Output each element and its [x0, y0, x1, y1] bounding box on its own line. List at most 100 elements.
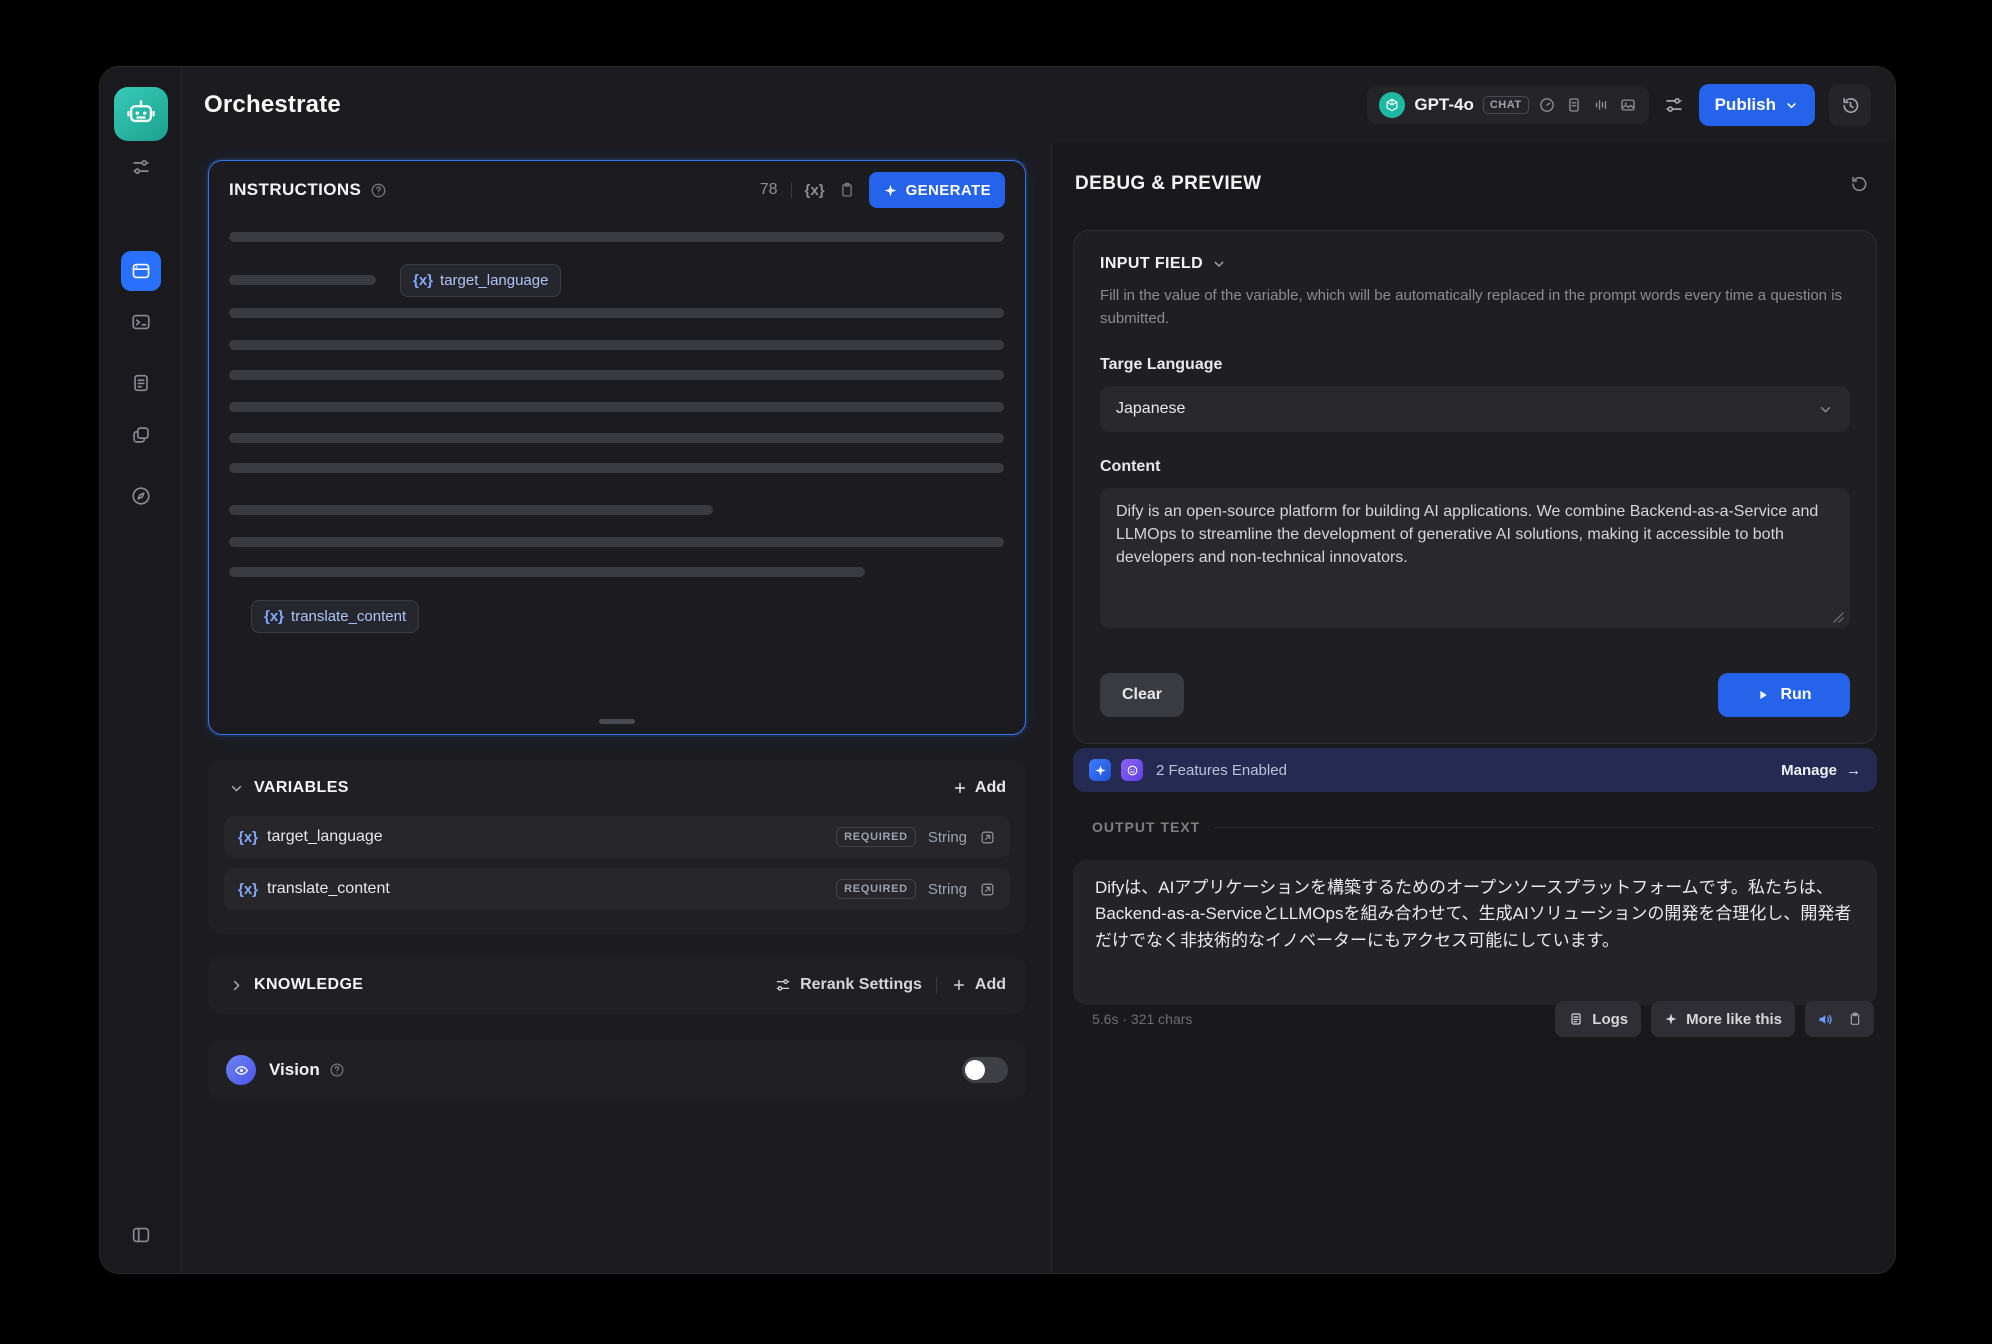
vision-eye-icon [226, 1055, 256, 1085]
more-like-this-button[interactable]: More like this [1651, 1001, 1795, 1037]
output-title: OUTPUT TEXT [1092, 819, 1200, 835]
app-window-icon [130, 260, 152, 282]
sidebar-item-overview[interactable] [121, 476, 161, 516]
debug-preview-pane: DEBUG & PREVIEW INPUT FIELD Fill in the … [1051, 143, 1895, 1273]
manage-features-button[interactable]: Manage → [1781, 762, 1861, 779]
skeleton-line [229, 370, 1004, 380]
sidebar-item-terminal[interactable] [121, 302, 161, 342]
variable-row-target-language[interactable]: {x} target_language REQUIRED String [224, 816, 1010, 858]
variable-chip-target-language[interactable]: {x} target_language [400, 264, 561, 297]
image-icon [1619, 96, 1637, 114]
variable-symbol: {x} [264, 608, 284, 625]
app-window: Orchestrate GPT-4o CHAT [99, 66, 1896, 1274]
variable-symbol: {x} [238, 829, 258, 846]
output-bubble: Difyは、AIアプリケーションを構築するためのオープンソースプラットフォームで… [1073, 860, 1877, 1005]
document-list-icon [130, 372, 152, 394]
variable-chip-translate-content[interactable]: {x} translate_content [251, 600, 419, 633]
knowledge-panel[interactable]: KNOWLEDGE Rerank Settings Add [208, 956, 1026, 1014]
logs-label: Logs [1592, 1011, 1628, 1028]
open-detail-icon[interactable] [979, 881, 996, 898]
levels-icon [1592, 96, 1610, 114]
sidebar-item-annotations[interactable] [121, 415, 161, 455]
output-actions: 5.6s · 321 chars Logs More like this [1092, 1001, 1874, 1037]
rerank-settings-button[interactable]: Rerank Settings [774, 976, 922, 994]
run-button[interactable]: Run [1718, 673, 1850, 717]
variable-name: translate_content [267, 880, 390, 898]
sidebar-item-orchestrate[interactable] [121, 251, 161, 291]
required-badge: REQUIRED [836, 879, 916, 899]
open-detail-icon[interactable] [979, 829, 996, 846]
robot-icon [125, 98, 157, 130]
publish-button[interactable]: Publish [1699, 84, 1815, 126]
temperature-icon [1538, 96, 1556, 114]
copy-output-icon[interactable] [1847, 1011, 1863, 1027]
plus-icon [952, 780, 968, 796]
knowledge-toolbar: Rerank Settings Add [774, 976, 1006, 994]
features-bar: 2 Features Enabled Manage → [1073, 748, 1877, 792]
resize-corner-icon[interactable] [1833, 612, 1844, 623]
model-parameters-button[interactable] [1663, 94, 1685, 116]
content-textarea[interactable]: Dify is an open-source platform for buil… [1100, 488, 1850, 628]
variables-header[interactable]: VARIABLES Add [208, 760, 1026, 816]
screenshot-root: Orchestrate GPT-4o CHAT [0, 0, 1992, 1344]
instructions-panel: INSTRUCTIONS 78 {x} GENERATE [208, 160, 1026, 735]
model-mode-badge: CHAT [1483, 96, 1529, 114]
variable-row-meta: REQUIRED String [836, 879, 996, 899]
logs-button[interactable]: Logs [1555, 1001, 1641, 1037]
variable-name: target_language [267, 828, 383, 846]
vision-label: Vision [269, 1060, 320, 1080]
chevron-right-icon [228, 977, 245, 994]
add-knowledge-button[interactable]: Add [951, 976, 1006, 994]
variable-name: translate_content [291, 608, 406, 625]
content-value: Dify is an open-source platform for buil… [1116, 503, 1818, 566]
model-selector[interactable]: GPT-4o CHAT [1367, 86, 1648, 124]
collapse-panel-icon [130, 1224, 152, 1246]
skeleton-line [229, 567, 865, 577]
output-text: Difyは、AIアプリケーションを構築するためのオープンソースプラットフォームで… [1095, 878, 1851, 950]
variable-type: String [928, 881, 967, 898]
feature-tts-icon [1121, 759, 1143, 781]
feature-generate-icon [1089, 759, 1111, 781]
history-icon [1840, 95, 1861, 116]
refresh-button[interactable] [1849, 174, 1869, 194]
output-icon-group [1805, 1001, 1874, 1037]
variable-row-translate-content[interactable]: {x} translate_content REQUIRED String [224, 868, 1010, 910]
skeleton-line [229, 537, 1004, 547]
resize-handle[interactable] [599, 719, 635, 724]
manage-label: Manage [1781, 762, 1837, 779]
app-logo[interactable] [114, 87, 168, 141]
required-badge: REQUIRED [836, 827, 916, 847]
debug-header: DEBUG & PREVIEW [1075, 173, 1869, 195]
vision-panel: Vision [208, 1040, 1026, 1100]
variable-row-meta: REQUIRED String [836, 827, 996, 847]
target-language-select[interactable]: Japanese [1100, 386, 1850, 432]
copy-icon [130, 424, 152, 446]
clear-button[interactable]: Clear [1100, 673, 1184, 717]
vision-toggle[interactable] [962, 1057, 1008, 1083]
sidebar-item-logs[interactable] [121, 363, 161, 403]
features-enabled-label: 2 Features Enabled [1156, 762, 1287, 779]
variables-panel: VARIABLES Add {x} target_language REQUIR… [208, 760, 1026, 934]
sidebar [100, 67, 182, 1273]
output-stats: 5.6s · 321 chars [1092, 1011, 1192, 1027]
prompt-skeleton: {x} target_language {x} translate_conten… [209, 161, 1025, 734]
add-variable-button[interactable]: Add [952, 779, 1006, 797]
topbar-right: GPT-4o CHAT [1367, 84, 1871, 126]
variable-name: target_language [440, 272, 548, 289]
input-card-footer: Clear Run [1100, 673, 1850, 717]
history-button[interactable] [1829, 84, 1871, 126]
skeleton-line [229, 433, 1004, 443]
sliders-icon [130, 156, 152, 178]
sidebar-collapse-button[interactable] [121, 1215, 161, 1255]
refresh-icon [1849, 174, 1869, 194]
skeleton-line [229, 402, 1004, 412]
page-icon [1565, 96, 1583, 114]
speaker-icon[interactable] [1816, 1010, 1835, 1029]
input-field-header[interactable]: INPUT FIELD [1100, 255, 1850, 273]
help-icon[interactable] [329, 1062, 345, 1078]
sidebar-item-settings[interactable] [121, 147, 161, 187]
add-label: Add [975, 779, 1006, 797]
arrow-right-icon: → [1846, 762, 1861, 779]
divider [1214, 827, 1874, 828]
add-label: Add [975, 976, 1006, 994]
